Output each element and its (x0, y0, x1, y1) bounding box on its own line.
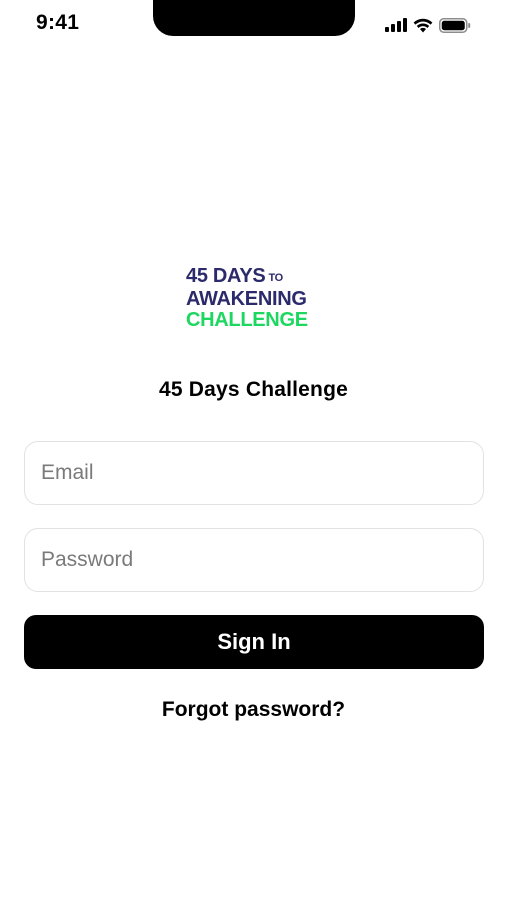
wifi-icon (413, 18, 433, 33)
cellular-signal-icon (385, 18, 407, 32)
password-field[interactable] (24, 528, 484, 592)
sign-in-button[interactable]: Sign In (24, 615, 484, 669)
logo-line-days: 45 DAYS TO (186, 265, 283, 287)
email-field[interactable] (24, 441, 484, 505)
logo-line-awakening: AWAKENING (186, 288, 307, 310)
status-bar: 9:41 (0, 0, 507, 48)
logo-line-challenge: CHALLENGE (186, 309, 308, 331)
battery-icon (439, 17, 471, 33)
device-notch (153, 0, 355, 36)
login-screen: 9:41 45 DAYS TO AWAKENING CHALLENGE 45 D… (0, 0, 507, 900)
forgot-password-link[interactable]: Forgot password? (0, 698, 507, 722)
app-logo: 45 DAYS TO AWAKENING CHALLENGE (186, 266, 326, 331)
page-title: 45 Days Challenge (159, 378, 348, 401)
status-time: 9:41 (36, 11, 80, 34)
status-icons (385, 15, 471, 35)
